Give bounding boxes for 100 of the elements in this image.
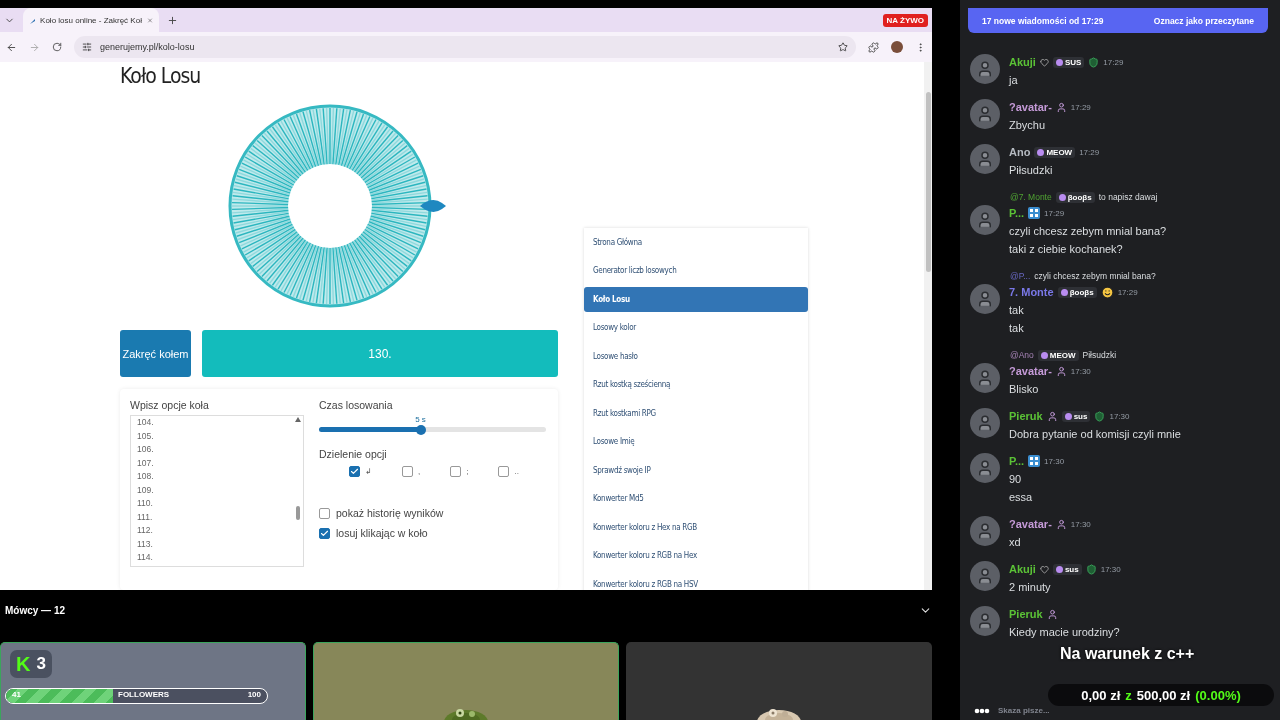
avatar[interactable] (970, 453, 1000, 483)
back-icon[interactable] (6, 41, 17, 53)
username[interactable]: P... (1009, 455, 1025, 467)
message-text: czyli chcesz zebym mnial bana? (1009, 224, 1167, 239)
scrollbar-thumb[interactable] (296, 506, 300, 520)
figure-icon (1046, 410, 1058, 422)
avatar[interactable] (970, 54, 1000, 84)
nav-item[interactable]: Konwerter koloru z RGB na Hex (584, 543, 808, 569)
reply-mention[interactable]: @7. Monte (1010, 192, 1052, 202)
option-line: 110. (137, 497, 154, 510)
spin-button[interactable]: Zakręć kołem (120, 330, 191, 377)
username[interactable]: ?avatar- (1009, 518, 1052, 530)
checkbox[interactable] (402, 466, 413, 477)
checkbox[interactable] (319, 527, 330, 539)
figure-icon (1046, 608, 1058, 620)
username[interactable]: 7. Monte (1009, 286, 1054, 298)
nav-item[interactable]: Losowe hasło (584, 343, 808, 369)
speaker-tile[interactable]: K 3 41 FOLLOWERS 100 (0, 642, 306, 720)
avatar[interactable] (970, 363, 1000, 393)
checkbox[interactable] (498, 466, 510, 477)
speaker-tile[interactable] (626, 642, 932, 720)
message-time: 17:30 (1109, 411, 1130, 421)
nav-item[interactable]: Koło Losu (584, 286, 808, 312)
banner-text: 17 nowe wiadomości od 17:29 (982, 15, 1104, 26)
nav-item[interactable]: Rzut kostką sześcienną (584, 372, 808, 398)
role-tag: sus (1052, 563, 1082, 575)
message-time: 17:30 (1100, 564, 1121, 574)
time-label: Czas losowania (319, 399, 394, 411)
smiley-icon (1100, 285, 1114, 299)
reload-icon[interactable] (52, 42, 62, 52)
live-badge: NA ŻYWO (882, 13, 928, 27)
avatar[interactable] (970, 284, 1000, 314)
username[interactable]: P... (1009, 207, 1025, 219)
message-text: taki z ciebie kochanek? (1009, 242, 1124, 257)
role-tag: βooβs (1055, 191, 1095, 203)
role-tag: MEOW (1034, 146, 1076, 158)
option-line: 104. (137, 416, 155, 429)
username[interactable]: Ano (1009, 146, 1031, 158)
slider-thumb[interactable] (416, 424, 427, 435)
slider-value: 5 s (415, 415, 426, 424)
message-time: 17:29 (1070, 102, 1091, 112)
checkbox-label: losuj klikając w koło (336, 527, 428, 539)
bookmark-icon[interactable] (838, 42, 848, 52)
goal-amount: 500,00 zł (1136, 687, 1191, 703)
page-title: Koło Losu (120, 64, 202, 88)
extensions-icon[interactable] (868, 41, 879, 53)
page-scrollbar[interactable] (924, 62, 932, 590)
username[interactable]: Akuji (1009, 56, 1036, 68)
role-tag: βooβs (1057, 286, 1097, 298)
message-text: Kiedy macie urodziny? (1009, 625, 1120, 640)
nav-item[interactable]: Rzut kostkami RPG (584, 400, 808, 426)
checkbox[interactable] (349, 466, 360, 477)
checkbox[interactable] (319, 507, 330, 519)
typing-indicator: Skaza pisze... (998, 706, 1050, 715)
time-slider[interactable] (319, 427, 546, 432)
speaker-tile[interactable] (313, 642, 619, 720)
message-time: 17:30 (1044, 456, 1065, 466)
nav-item[interactable]: Losowy kolor (584, 315, 808, 341)
separator-label: ; (466, 467, 469, 476)
checkbox[interactable] (450, 466, 462, 477)
nav-item[interactable]: Konwerter koloru z Hex na RGB (584, 514, 808, 540)
nav-item[interactable]: Sprawdź swoje IP (584, 457, 808, 483)
tab-title: Koło losu online - Zakręć Koł (40, 15, 142, 25)
site-settings-icon[interactable] (82, 42, 92, 52)
username[interactable]: ?avatar- (1009, 101, 1052, 113)
avatar[interactable] (970, 205, 1000, 235)
followers-current: 41 (12, 690, 21, 699)
scroll-up-icon[interactable] (295, 417, 301, 422)
avatar[interactable] (970, 144, 1000, 174)
profile-avatar[interactable] (891, 41, 903, 53)
option-line: 113. (137, 537, 154, 551)
role-tag: MEOW (1037, 349, 1079, 361)
nav-item[interactable]: Generator liczb losowych (584, 258, 808, 284)
avatar[interactable] (970, 408, 1000, 438)
username[interactable]: Pieruk (1009, 410, 1043, 422)
username[interactable]: Akuji (1009, 563, 1036, 575)
figure-icon (1055, 101, 1067, 113)
followers-label: FOLLOWERS (118, 690, 170, 699)
nav-item[interactable]: Strona Główna (584, 229, 808, 255)
nav-item[interactable]: Losowe Imię (584, 429, 808, 455)
nav-item[interactable]: Konwerter koloru z RGB na HSV (584, 571, 808, 590)
option-line: 108. (137, 470, 155, 483)
nav-item[interactable]: Konwerter Md5 (584, 486, 808, 512)
browser-tab[interactable]: Koło losu online - Zakręć Koł (23, 8, 159, 32)
address-bar[interactable]: generujemy.pl/kolo-losu (74, 36, 856, 58)
avatar[interactable] (970, 606, 1000, 636)
options-field[interactable]: 104. 105. 106. 107. 108. 109. 110. 111. 112. 113. 114. (130, 415, 304, 567)
heart-icon (1039, 57, 1049, 67)
username[interactable]: Pieruk (1009, 608, 1043, 620)
mark-read-link[interactable]: Oznacz jako przeczytane (1153, 15, 1254, 26)
message-text: 90 (1009, 472, 1023, 487)
options-label: Wpisz opcje koła (130, 399, 210, 411)
username[interactable]: ?avatar- (1009, 365, 1052, 377)
avatar[interactable] (970, 99, 1000, 129)
new-messages-banner[interactable]: 17 nowe wiadomości od 17:29 Oznacz jako przeczytane (968, 8, 1268, 33)
avatar[interactable] (970, 561, 1000, 591)
new-tab-icon[interactable] (167, 14, 178, 26)
message-text: Blisko (1009, 382, 1040, 397)
avatar[interactable] (970, 516, 1000, 546)
reply-mention[interactable]: @Ano (1010, 350, 1034, 360)
